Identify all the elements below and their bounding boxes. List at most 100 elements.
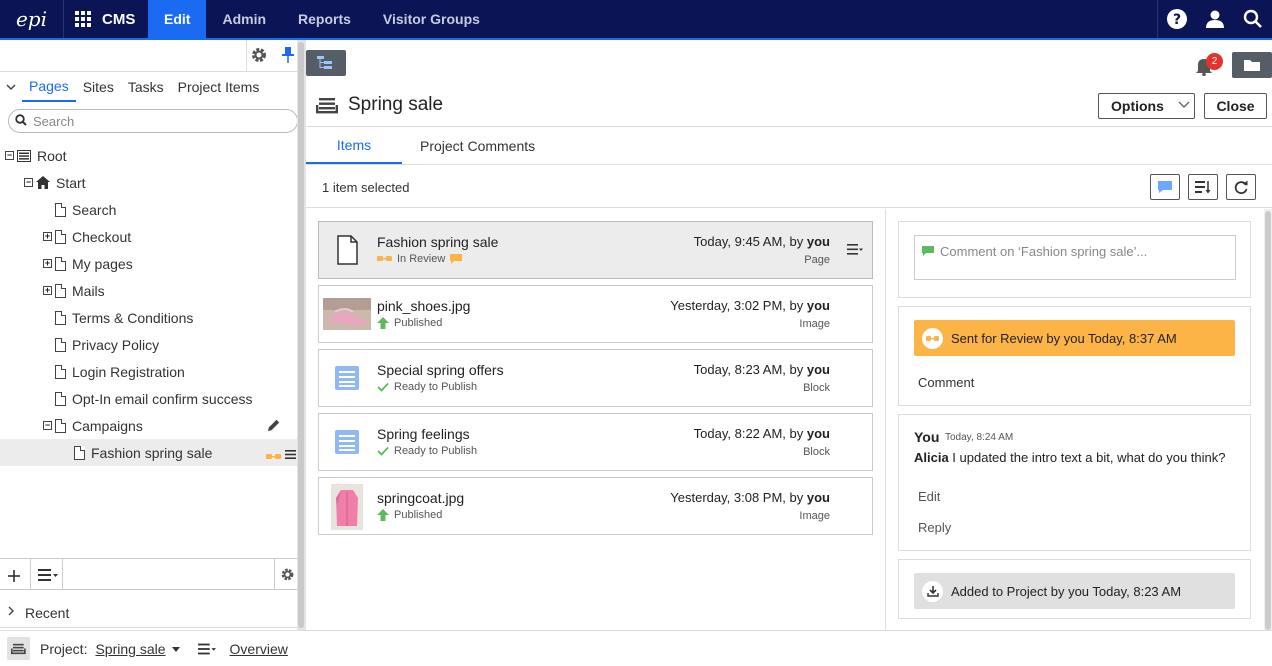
chevron-down-icon[interactable]	[6, 80, 22, 94]
add-icon[interactable]	[7, 563, 21, 589]
tree-node[interactable]: Login Registration	[0, 358, 297, 385]
gear-icon[interactable]	[250, 46, 268, 67]
comment-input[interactable]: Comment on ‘Fashion spring sale’...	[914, 235, 1236, 280]
app-grid-icon[interactable]	[64, 0, 102, 38]
expand-icon[interactable]: +	[43, 259, 52, 268]
recent-section[interactable]: Recent	[0, 598, 297, 628]
tab-project-comments[interactable]: Project Comments	[402, 127, 553, 164]
comment-icon	[1158, 181, 1172, 193]
assets-pane-button[interactable]	[1232, 52, 1272, 78]
tree-node[interactable]: − Start	[0, 169, 297, 196]
search-input[interactable]	[33, 113, 273, 129]
overview-link[interactable]: Overview	[230, 641, 288, 657]
options-button[interactable]: Options	[1098, 93, 1195, 119]
item-menu-icon[interactable]	[285, 447, 296, 463]
check-icon	[377, 382, 389, 392]
project-item-row[interactable]: pink_shoes.jpg Published Yesterday, 3:02 P…	[318, 285, 873, 343]
nav-admin[interactable]: Admin	[206, 0, 282, 38]
epi-logo[interactable]: epi	[0, 0, 64, 38]
project-icon	[316, 98, 338, 114]
activity-added: Added to Project by you Today, 8:23 AM	[914, 573, 1235, 609]
tab-project-items[interactable]: Project Items	[171, 72, 267, 102]
tree-node[interactable]: Fashion spring sale	[0, 439, 297, 466]
message-card: You Today, 8:24 AM Alicia I updated the …	[898, 414, 1251, 551]
page-icon	[55, 364, 66, 379]
notification-count-badge: 2	[1206, 53, 1223, 70]
project-item-row[interactable]: Special spring offers Ready to Publish Tod…	[318, 349, 873, 407]
tree-node[interactable]: Terms & Conditions	[0, 304, 297, 331]
project-selector[interactable]: Spring sale	[95, 641, 165, 657]
edit-link[interactable]: Edit	[918, 489, 940, 504]
tree-node-label: Start	[56, 174, 86, 191]
item-status: Published	[377, 509, 442, 521]
tree-node-label: Root	[37, 147, 67, 164]
tree-node[interactable]: Search	[0, 196, 297, 223]
page-icon	[74, 445, 85, 460]
comments-scrollbar[interactable]	[1264, 209, 1272, 630]
nav-visitor-groups[interactable]: Visitor Groups	[367, 0, 496, 38]
tab-items[interactable]: Items	[306, 127, 402, 164]
project-item-row[interactable]: Fashion spring sale In Review Today, 9:45 …	[318, 221, 873, 279]
tree-node-label: My pages	[72, 255, 133, 272]
item-type: Image	[799, 510, 830, 522]
settings-gear-icon[interactable]	[280, 567, 295, 585]
search-icon[interactable]	[1234, 0, 1272, 38]
pencil-icon[interactable]	[267, 418, 281, 432]
tab-sites[interactable]: Sites	[76, 72, 121, 102]
item-thumbnail	[324, 422, 370, 462]
item-modified: Today, 8:22 AM, by you	[693, 426, 830, 441]
item-name: Spring feelings	[377, 426, 470, 442]
navigation-pane-toolbar	[0, 40, 297, 72]
project-item-row[interactable]: Spring feelings Ready to Publish Today, 8:…	[318, 413, 873, 471]
caret-down-icon[interactable]	[171, 644, 180, 654]
tab-pages[interactable]: Pages	[22, 72, 76, 102]
collapse-icon[interactable]: −	[24, 178, 33, 187]
tree-node[interactable]: Privacy Policy	[0, 331, 297, 358]
tree-node[interactable]: + My pages	[0, 250, 297, 277]
item-modified: Yesterday, 3:08 PM, by you	[670, 490, 830, 505]
tree-node[interactable]: − Campaigns	[0, 412, 297, 439]
page-icon	[55, 337, 66, 352]
help-icon[interactable]: ?	[1158, 0, 1196, 38]
expand-icon[interactable]: +	[43, 286, 52, 295]
toggle-navigation-button[interactable]	[306, 50, 346, 76]
page-icon	[55, 202, 66, 217]
item-thumbnail	[324, 230, 370, 270]
tree-node-label: Opt-In email confirm success	[72, 390, 253, 407]
project-menu-icon[interactable]	[197, 643, 216, 655]
user-icon[interactable]	[1196, 0, 1234, 38]
sort-button[interactable]	[1188, 174, 1218, 200]
toggle-comments-button[interactable]	[1150, 174, 1180, 200]
nav-reports[interactable]: Reports	[282, 0, 367, 38]
pin-icon[interactable]	[282, 46, 294, 67]
item-status: Published	[377, 317, 442, 329]
project-item-row[interactable]: springcoat.jpg Published Yesterday, 3:08 P…	[318, 477, 873, 535]
collapse-icon[interactable]: −	[43, 421, 52, 430]
page-icon	[55, 256, 66, 271]
message-body: Alicia I updated the intro text a bit, w…	[914, 450, 1226, 465]
comment-link[interactable]: Comment	[918, 375, 974, 390]
tree-node[interactable]: + Mails	[0, 277, 297, 304]
item-context-menu-icon[interactable]	[847, 242, 863, 258]
item-thumbnail	[331, 484, 363, 530]
refresh-icon	[1234, 180, 1248, 195]
collapse-icon[interactable]: −	[5, 151, 14, 160]
reply-link[interactable]: Reply	[918, 520, 951, 535]
close-button[interactable]: Close	[1204, 93, 1267, 119]
project-icon[interactable]	[7, 637, 30, 660]
refresh-button[interactable]	[1226, 174, 1256, 200]
project-overview: 2 Spring sale Options Close Items Projec…	[306, 40, 1272, 630]
context-menu-icon[interactable]	[38, 568, 58, 584]
activity-card-review: Sent for Review by you Today, 8:37 AM Co…	[898, 306, 1251, 406]
tree-node[interactable]: + Checkout	[0, 223, 297, 250]
tab-tasks[interactable]: Tasks	[121, 72, 171, 102]
item-modified: Today, 9:45 AM, by you	[693, 234, 830, 249]
expand-icon[interactable]: +	[43, 232, 52, 241]
page-type-icon	[337, 235, 358, 265]
pane-splitter[interactable]	[297, 40, 306, 630]
mention[interactable]: Alicia	[914, 450, 949, 465]
tree-node[interactable]: − Root	[0, 142, 297, 169]
project-tabs: Items Project Comments	[306, 127, 553, 164]
nav-edit[interactable]: Edit	[148, 0, 207, 38]
tree-node[interactable]: Opt-In email confirm success	[0, 385, 297, 412]
